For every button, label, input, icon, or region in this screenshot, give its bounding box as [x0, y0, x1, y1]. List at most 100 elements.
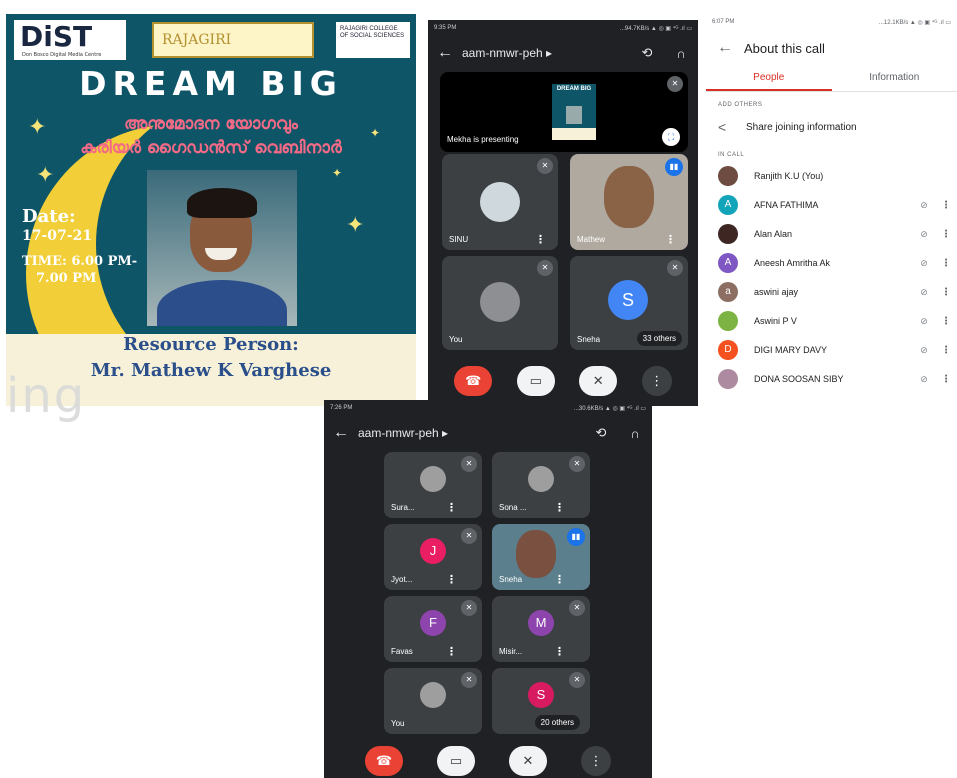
participant-row[interactable]: Alan Alan ⊘ ⋮ [706, 220, 957, 248]
participant-row[interactable]: Aswini P V ⊘ ⋮ [706, 307, 957, 335]
fullscreen-icon[interactable]: ⛶ [662, 128, 680, 146]
participant-name: Sneha [577, 335, 601, 344]
participant-tile[interactable]: ✕ M Misir... ⋮ [492, 596, 590, 662]
more-options-icon[interactable]: ⋮ [554, 573, 565, 586]
more-options-icon[interactable]: ⋮ [935, 200, 957, 211]
avatar: S [528, 682, 554, 708]
more-options-icon[interactable]: ⋮ [935, 316, 957, 327]
participant-name: AFNA FATHIMA [754, 200, 819, 210]
mic-off-button[interactable]: ✕ [509, 746, 547, 776]
avatar [718, 166, 738, 186]
more-options-button[interactable]: ⋮ [581, 746, 611, 776]
participant-video-tile[interactable]: ▮▮ Mathew ⋮ [570, 154, 688, 250]
muted-icon: ✕ [537, 260, 553, 276]
avatar: M [528, 610, 554, 636]
avatar [528, 466, 554, 492]
end-call-button[interactable]: ☎ [454, 366, 493, 396]
participant-tile[interactable]: ✕ You [442, 256, 558, 350]
participant-name: Sura... [391, 503, 415, 512]
muted-mic-icon: ⊘ [920, 344, 928, 355]
more-options-icon[interactable]: ⋮ [935, 229, 957, 240]
status-bar: 6:07 PM ...12.1KB/s ▲ ◎ ▣ ⁴ᴳ .ıl ▭ [712, 19, 951, 26]
participant-row[interactable]: a aswini ajay ⊘ ⋮ [706, 278, 957, 306]
avatar: S [608, 280, 648, 320]
participant-tile[interactable]: ▮▮ Sneha ⋮ [492, 524, 590, 590]
meeting-code[interactable]: aam-nmwr-peh ▸ [358, 426, 584, 440]
participant-tile[interactable]: ✕ Sona ... ⋮ [492, 452, 590, 518]
call-controls: ☎ ▭ ✕ ⋮ [324, 740, 652, 778]
muted-icon: ✕ [667, 76, 683, 92]
participant-row[interactable]: D DIGI MARY DAVY ⊘ ⋮ [706, 336, 957, 364]
more-options-icon[interactable]: ⋮ [935, 258, 957, 269]
presenter-label: Mekha is presenting [447, 135, 519, 144]
back-arrow-icon[interactable]: ← [428, 44, 462, 62]
participant-row[interactable]: A AFNA FATHIMA ⊘ ⋮ [706, 191, 957, 219]
more-options-icon[interactable]: ⋮ [446, 501, 457, 514]
participant-tile[interactable]: ✕ SINU ⋮ [442, 154, 558, 250]
audio-output-icon[interactable]: ∩ [618, 426, 652, 441]
more-options-icon[interactable]: ⋮ [446, 573, 457, 586]
share-joining-info-button[interactable]: < Share joining information [718, 114, 957, 140]
participant-name: DIGI MARY DAVY [754, 345, 828, 355]
call-header: ← aam-nmwr-peh ▸ ⟲ ∩ [428, 38, 698, 68]
avatar: F [420, 610, 446, 636]
meeting-code[interactable]: aam-nmwr-peh ▸ [462, 46, 630, 60]
about-call-screen: 6:07 PM ...12.1KB/s ▲ ◎ ▣ ⁴ᴳ .ıl ▭ ← Abo… [706, 14, 957, 406]
avatar [420, 466, 446, 492]
end-call-button[interactable]: ☎ [365, 746, 403, 776]
more-options-icon[interactable]: ⋮ [935, 287, 957, 298]
participant-name: You [391, 719, 405, 728]
more-options-icon[interactable]: ⋮ [935, 374, 957, 385]
rajagiri-logo: RAJAGIRI [152, 22, 314, 58]
more-options-icon[interactable]: ⋮ [446, 645, 457, 658]
participant-video [516, 530, 556, 578]
more-options-icon[interactable]: ⋮ [554, 645, 565, 658]
date-label: Date: [22, 206, 76, 227]
star-icon: ✦ [36, 162, 55, 187]
participant-tile[interactable]: ✕ J Jyot... ⋮ [384, 524, 482, 590]
resource-person-photo [147, 170, 297, 326]
more-options-icon[interactable]: ⋮ [535, 233, 546, 246]
participant-video [604, 166, 654, 228]
more-options-icon[interactable]: ⋮ [554, 501, 565, 514]
muted-mic-icon: ⊘ [920, 373, 928, 384]
camera-off-button[interactable]: ▭ [437, 746, 475, 776]
back-arrow-icon[interactable]: ← [324, 424, 358, 442]
participant-name: Favas [391, 647, 413, 656]
muted-icon: ✕ [569, 600, 585, 616]
audio-output-icon[interactable]: ∩ [664, 46, 698, 61]
participant-name: Jyot... [391, 575, 413, 584]
participant-tile[interactable]: ✕ Sura... ⋮ [384, 452, 482, 518]
participant-tile[interactable]: ✕ You [384, 668, 482, 734]
presentation-tile[interactable]: DREAM BIG ✕ Mekha is presenting ⛶ [440, 72, 688, 152]
camera-off-button[interactable]: ▭ [516, 366, 555, 396]
switch-camera-icon[interactable]: ⟲ [630, 45, 664, 61]
presentation-thumbnail: DREAM BIG [552, 84, 596, 140]
tab-people[interactable]: People [706, 66, 832, 91]
poster-subtitle-line1: അനുമോദന യോഗവും [124, 114, 298, 134]
more-options-button[interactable]: ⋮ [641, 366, 672, 396]
participant-tile[interactable]: ✕ F Favas ⋮ [384, 596, 482, 662]
participant-row[interactable]: Ranjith K.U (You) [706, 162, 957, 190]
participant-row[interactable]: DONA SOOSAN SIBY ⊘ ⋮ [706, 365, 957, 393]
status-bar: 7:26 PM ...30.6KB/s ▲ ◎ ▣ ⁴ᴳ .ıl ▭ [330, 405, 646, 412]
time-line1: TIME: 6.00 PM- [22, 254, 138, 269]
tab-information[interactable]: Information [832, 66, 957, 91]
participant-name: aswini ajay [754, 287, 799, 297]
avatar: a [718, 282, 738, 302]
others-count[interactable]: 33 others [636, 331, 682, 346]
participant-tile[interactable]: ✕ S Sneha 33 others [570, 256, 688, 350]
muted-mic-icon: ⊘ [920, 257, 928, 268]
time-line2: 7.00 PM [36, 271, 97, 286]
mic-off-button[interactable]: ✕ [579, 366, 618, 396]
back-arrow-icon[interactable]: ← [706, 39, 744, 57]
more-options-icon[interactable]: ⋮ [935, 345, 957, 356]
overlay-text: ing [6, 368, 87, 424]
participant-tile[interactable]: ✕ S 20 others [492, 668, 590, 734]
participant-name: Sona ... [499, 503, 527, 512]
tab-bar: People Information [706, 66, 957, 92]
more-options-icon[interactable]: ⋮ [665, 233, 676, 246]
others-count[interactable]: 20 others [534, 715, 580, 730]
switch-camera-icon[interactable]: ⟲ [584, 425, 618, 441]
participant-row[interactable]: A Aneesh Amritha Ak ⊘ ⋮ [706, 249, 957, 277]
